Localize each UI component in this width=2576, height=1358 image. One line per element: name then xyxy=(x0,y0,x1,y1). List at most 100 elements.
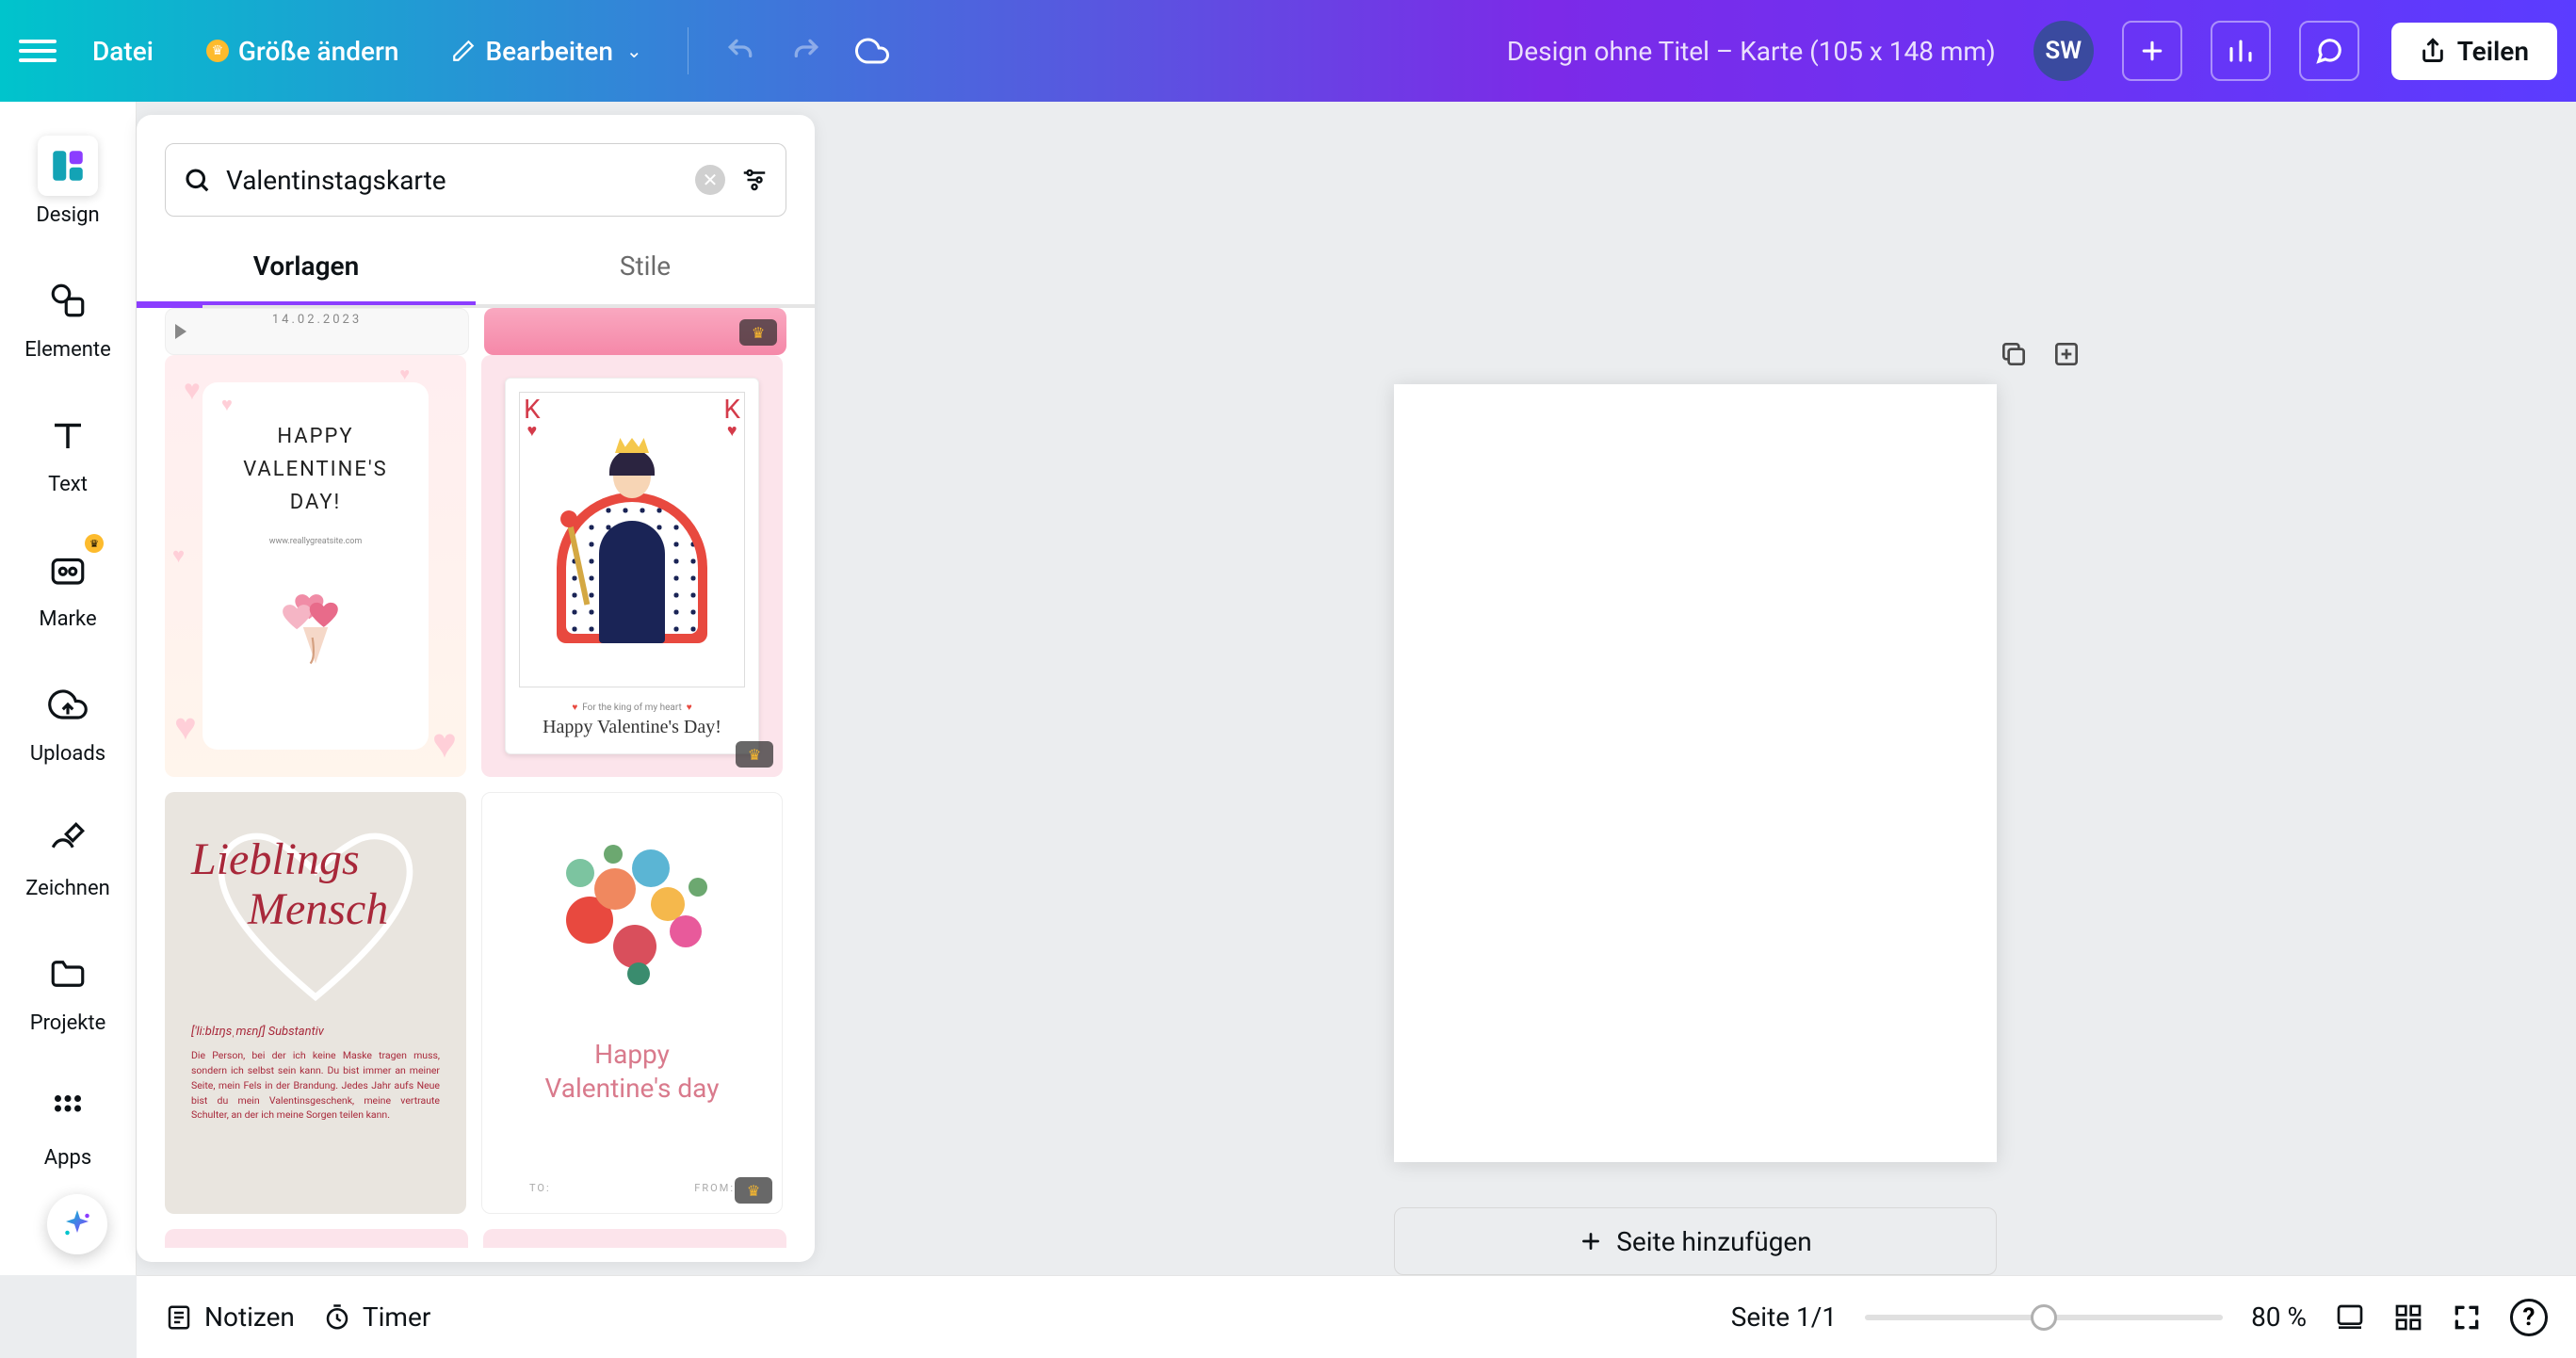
heart-icon: ♥ xyxy=(172,543,185,568)
template-card-king[interactable]: K♥ K♥ ♥ For t xyxy=(481,355,783,777)
premium-badge-icon: ♛ xyxy=(735,1177,772,1204)
timer-button[interactable]: Timer xyxy=(323,1301,430,1333)
crown-icon: ♛ xyxy=(85,534,104,553)
templates-panel: ✕ Vorlagen Stile 14.02.2023 ♛ xyxy=(137,115,815,1262)
file-menu-label: Datei xyxy=(92,36,154,67)
projects-icon xyxy=(48,954,88,994)
file-menu[interactable]: Datei xyxy=(75,26,170,76)
brand-icon xyxy=(48,550,88,590)
rail-apps[interactable]: Apps xyxy=(0,1071,136,1177)
rail-apps-label: Apps xyxy=(44,1146,91,1170)
crown-icon: ♛ xyxy=(206,40,229,62)
rail-design[interactable]: Design xyxy=(0,128,136,234)
template-card-happy-valentines[interactable]: ♥ ♥ ♥ ♥ ♥ ♥ HAPPY VALENTINE'S DAY! www.r… xyxy=(165,355,466,777)
rail-elements-label: Elemente xyxy=(24,338,111,362)
template-date-text: 14.02.2023 xyxy=(272,313,362,327)
rail-draw-label: Zeichnen xyxy=(25,877,110,900)
main-menu-button[interactable] xyxy=(19,32,57,70)
zoom-slider[interactable] xyxy=(1865,1315,2223,1320)
notes-label: Notizen xyxy=(204,1301,295,1333)
rail-design-label: Design xyxy=(36,203,99,227)
ai-assistant-button[interactable] xyxy=(47,1194,107,1254)
comment-button[interactable] xyxy=(2299,21,2359,81)
search-input[interactable] xyxy=(226,165,680,196)
premium-badge-icon: ♛ xyxy=(739,319,777,346)
rail-projects-label: Projekte xyxy=(30,1011,106,1035)
edit-menu[interactable]: Bearbeiten ⌄ xyxy=(434,26,658,76)
duplicate-page-button[interactable] xyxy=(1997,337,2031,371)
clear-search-button[interactable]: ✕ xyxy=(695,165,725,195)
card-corner: K♥ xyxy=(723,396,740,440)
rail-brand-label: Marke xyxy=(39,607,96,631)
filter-button[interactable] xyxy=(740,166,769,194)
share-label: Teilen xyxy=(2457,36,2529,67)
view-list-button[interactable] xyxy=(2335,1302,2365,1333)
bottom-bar: Notizen Timer Seite 1/1 80 % ? xyxy=(137,1275,2576,1358)
template-text: TO: xyxy=(529,1182,551,1194)
notes-button[interactable]: Notizen xyxy=(165,1301,295,1333)
edit-label: Bearbeiten xyxy=(485,36,612,67)
user-avatar[interactable]: SW xyxy=(2033,21,2094,81)
card-corner: K♥ xyxy=(524,396,541,440)
tab-styles[interactable]: Stile xyxy=(476,232,815,304)
analytics-button[interactable] xyxy=(2211,21,2271,81)
template-text: Happy Valentine's Day! xyxy=(525,717,739,738)
heart-icon: ♥ xyxy=(221,393,233,416)
heart-icon: ♥ xyxy=(399,364,410,384)
redo-button[interactable] xyxy=(783,27,830,74)
floral-heart-icon xyxy=(538,840,726,1010)
help-button[interactable]: ? xyxy=(2510,1299,2548,1336)
draw-icon xyxy=(48,819,88,859)
rail-uploads[interactable]: Uploads xyxy=(0,667,136,773)
template-card[interactable]: ♛ xyxy=(484,308,786,355)
design-icon xyxy=(48,146,88,186)
template-text: www.reallygreatsite.com xyxy=(269,537,363,546)
resize-menu[interactable]: ♛ Größe ändern xyxy=(189,26,416,76)
template-text: Die Person, bei der ich keine Maske trag… xyxy=(191,1048,440,1123)
view-grid-button[interactable] xyxy=(2393,1302,2423,1333)
template-card[interactable]: 14.02.2023 xyxy=(165,308,469,355)
left-rail: Design Elemente Text ♛ Marke Uploads Zei… xyxy=(0,102,137,1275)
template-card-floral[interactable]: Happy Valentine's day TO: FROM: ♛ xyxy=(481,792,783,1214)
tab-templates[interactable]: Vorlagen xyxy=(137,232,476,304)
template-text: Lieblings xyxy=(191,839,440,880)
king-illustration xyxy=(566,436,698,643)
document-title[interactable]: Design ohne Titel – Karte (105 x 148 mm) xyxy=(1507,36,1996,67)
template-text: ♥ For the king of my heart ♥ xyxy=(525,703,739,713)
uploads-icon xyxy=(48,685,88,724)
template-card[interactable] xyxy=(165,1229,468,1248)
sparkle-icon xyxy=(60,1207,94,1241)
add-page-button[interactable]: Seite hinzufügen xyxy=(1394,1207,1997,1275)
rail-uploads-label: Uploads xyxy=(30,742,105,766)
zoom-value[interactable]: 80 % xyxy=(2251,1301,2307,1333)
premium-badge-icon: ♛ xyxy=(736,741,773,768)
rail-text[interactable]: Text xyxy=(0,397,136,504)
play-icon xyxy=(175,324,186,339)
template-text: VALENTINE'S xyxy=(243,453,388,486)
rail-elements[interactable]: Elemente xyxy=(0,263,136,369)
undo-button[interactable] xyxy=(717,27,764,74)
rail-draw[interactable]: Zeichnen xyxy=(0,801,136,908)
rail-brand[interactable]: ♛ Marke xyxy=(0,532,136,639)
template-text: Happy Valentine's day xyxy=(545,1038,720,1107)
add-page-icon-button[interactable] xyxy=(2049,337,2083,371)
search-icon xyxy=(183,166,211,194)
rail-text-label: Text xyxy=(48,473,88,496)
rail-projects[interactable]: Projekte xyxy=(0,936,136,1043)
canvas-area: Seite hinzufügen xyxy=(815,102,2576,1275)
canvas-page[interactable] xyxy=(1394,384,1997,1162)
fullscreen-button[interactable] xyxy=(2452,1302,2482,1333)
elements-icon xyxy=(48,281,88,320)
pencil-icon xyxy=(451,39,476,63)
template-text: ['li:blɪŋsˌmɛnʃ] Substantiv xyxy=(191,1024,440,1039)
add-member-button[interactable] xyxy=(2122,21,2182,81)
template-results[interactable]: 14.02.2023 ♛ ♥ ♥ ♥ ♥ ♥ ♥ HAPPY xyxy=(137,308,815,1262)
template-card[interactable] xyxy=(483,1229,786,1248)
cloud-sync-icon[interactable] xyxy=(849,27,896,74)
search-box: ✕ xyxy=(165,143,786,217)
share-button[interactable]: Teilen xyxy=(2391,23,2557,80)
resize-label: Größe ändern xyxy=(238,36,399,67)
page-indicator[interactable]: Seite 1/1 xyxy=(1731,1301,1837,1333)
heart-icon: ♥ xyxy=(174,704,197,749)
template-card-lieblings[interactable]: Lieblings Mensch ['li:blɪŋsˌmɛnʃ] Substa… xyxy=(165,792,466,1214)
